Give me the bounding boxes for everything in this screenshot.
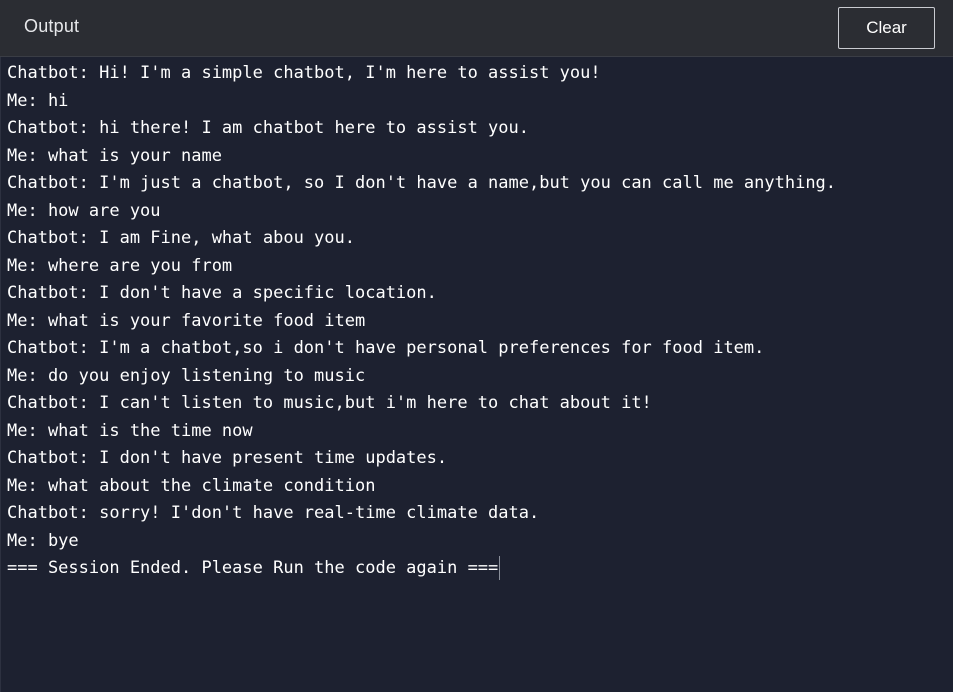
panel-title: Output — [24, 16, 80, 36]
console-line: Chatbot: I am Fine, what abou you. — [7, 228, 355, 248]
console-output[interactable]: Chatbot: Hi! I'm a simple chatbot, I'm h… — [0, 57, 953, 692]
console-line: Me: do you enjoy listening to music — [7, 365, 366, 386]
output-header: Output Clear — [0, 0, 953, 57]
console-line: Chatbot: I'm a chatbot,so i don't have p… — [7, 338, 765, 358]
console-line: Me: what is your favorite food item — [7, 310, 366, 331]
console-line: Chatbot: sorry! I'don't have real-time c… — [7, 503, 540, 523]
console-line: Me: what about the climate condition — [7, 475, 376, 496]
console-line: Me: where are you from — [7, 255, 233, 276]
console-line: Me: bye — [7, 530, 79, 551]
session-ended-text: === Session Ended. Please Run the code a… — [7, 558, 499, 578]
console-line: Me: hi — [7, 90, 69, 111]
console-line-last: === Session Ended. Please Run the code a… — [7, 555, 953, 583]
console-line: Chatbot: I'm just a chatbot, so I don't … — [7, 173, 837, 193]
console-line: Chatbot: hi there! I am chatbot here to … — [7, 118, 529, 138]
console-line: Me: what is your name — [7, 145, 222, 166]
output-panel: Output Clear Chatbot: Hi! I'm a simple c… — [0, 0, 953, 692]
console-line: Me: how are you — [7, 200, 161, 221]
text-cursor — [499, 556, 501, 580]
console-line: Chatbot: Hi! I'm a simple chatbot, I'm h… — [7, 63, 601, 83]
console-line: Me: what is the time now — [7, 420, 253, 441]
console-line: Chatbot: I don't have a specific locatio… — [7, 283, 437, 303]
console-line: Chatbot: I can't listen to music,but i'm… — [7, 393, 652, 413]
console-line: Chatbot: I don't have present time updat… — [7, 448, 448, 468]
clear-button[interactable]: Clear — [838, 7, 935, 49]
